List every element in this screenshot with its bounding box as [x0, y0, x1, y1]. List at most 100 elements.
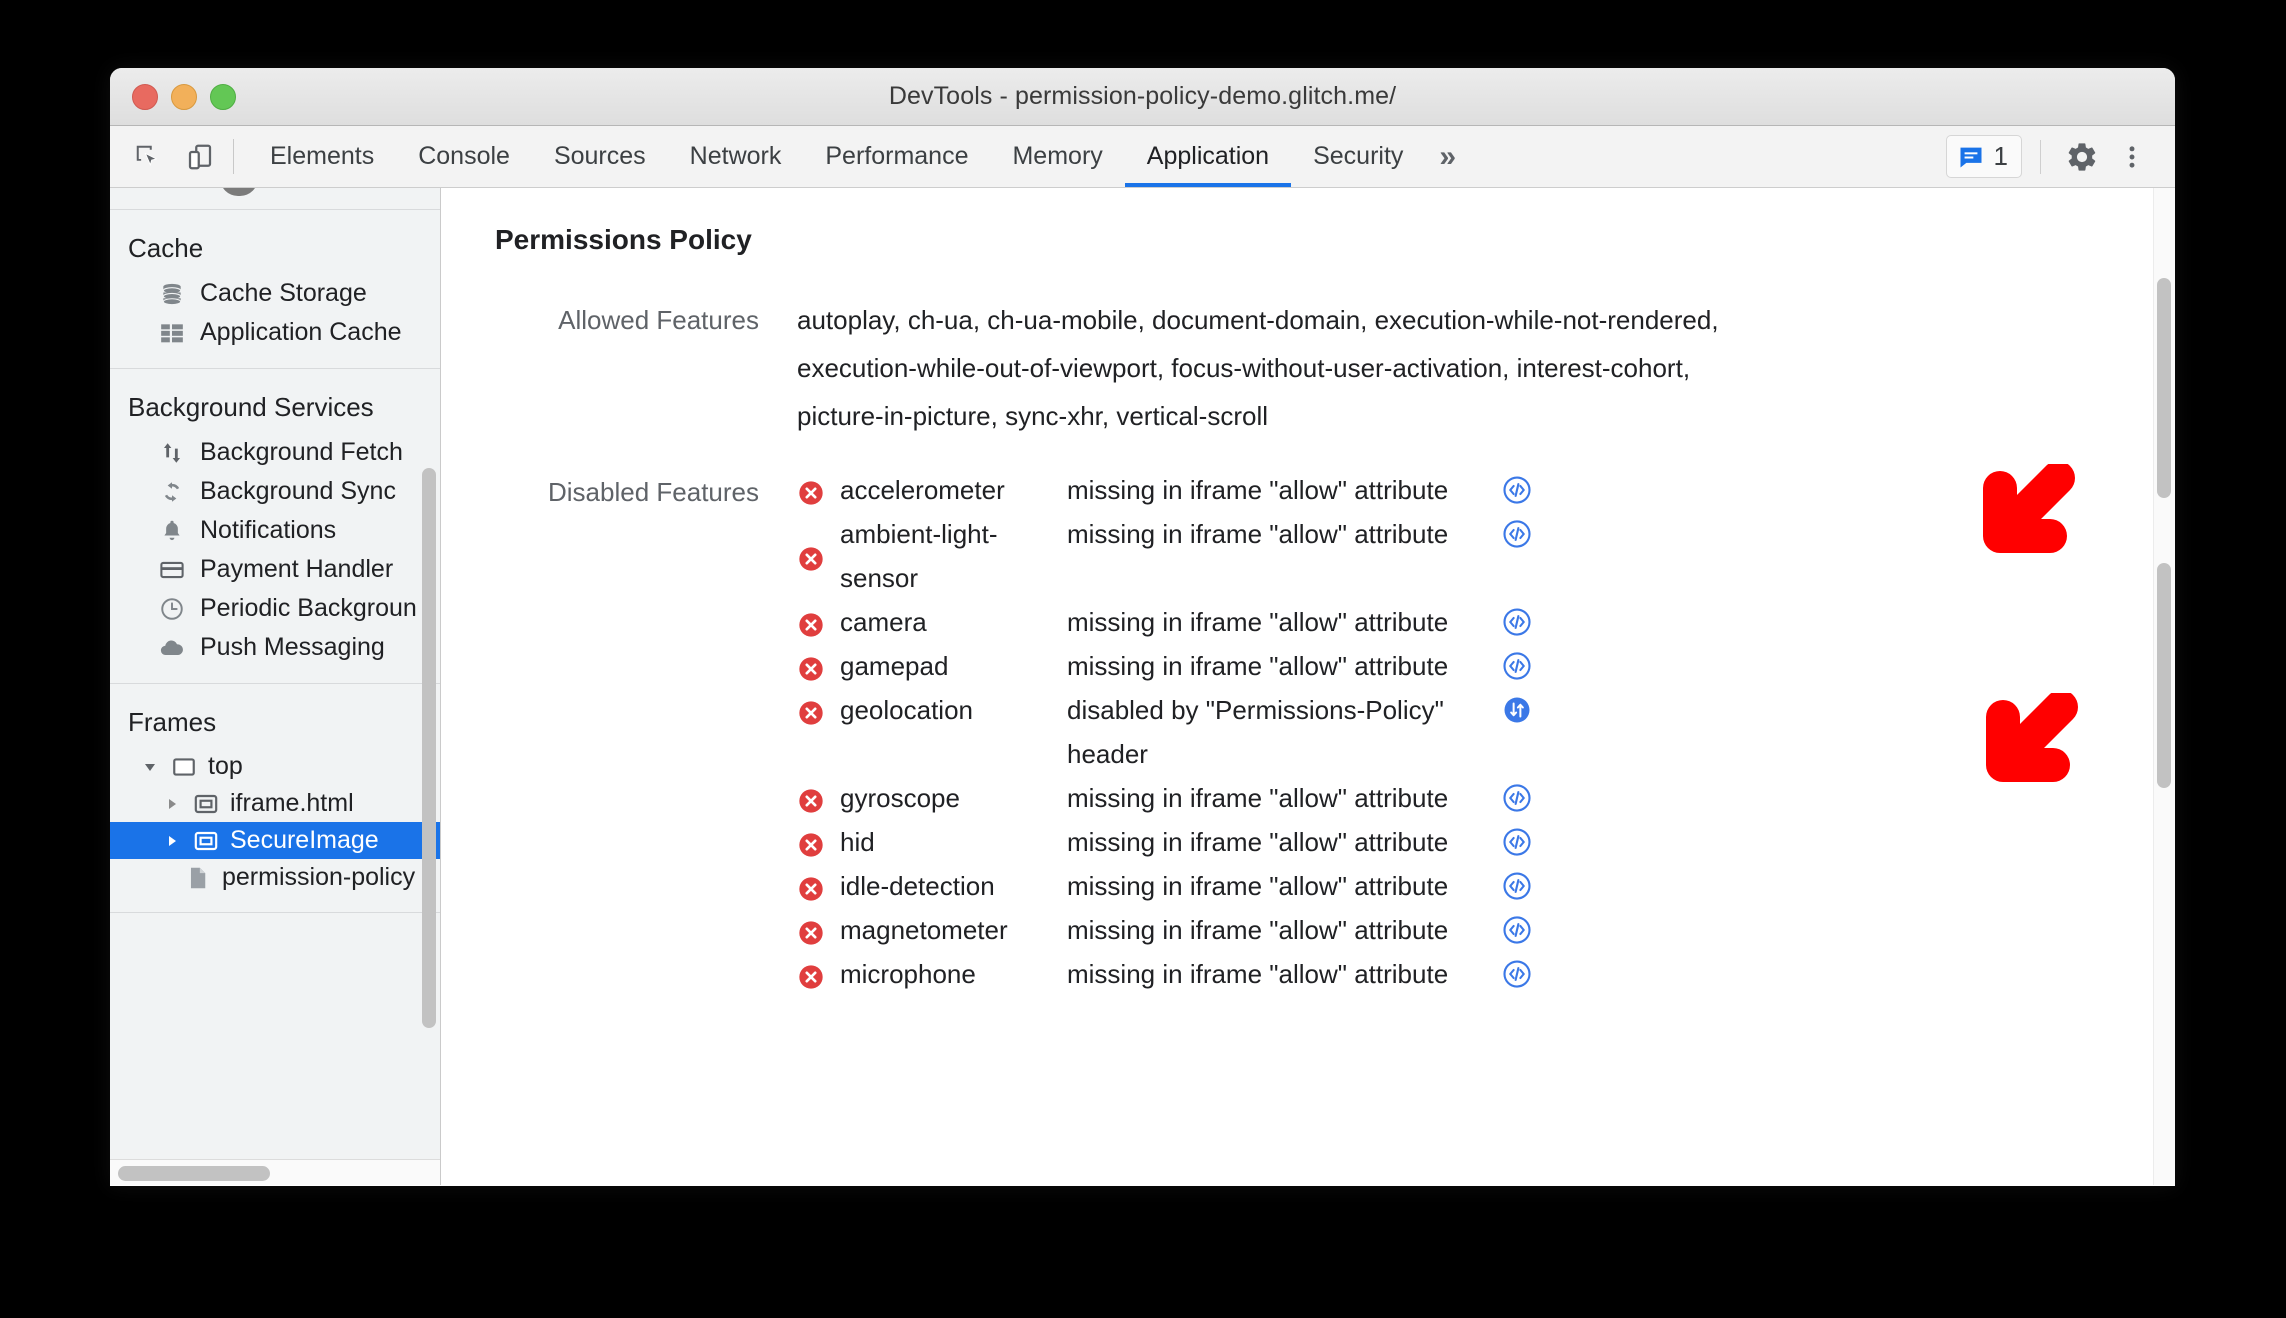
- allowed-features-line: execution-while-out-of-viewport, focus-w…: [797, 353, 1691, 383]
- frame-tree-item-permission-policy[interactable]: permission-policy: [110, 859, 440, 896]
- feature-name: idle-detection: [840, 871, 995, 901]
- feature-reason: missing in iframe "allow" attribute: [1067, 871, 1449, 901]
- frame-tree-item-iframe-html[interactable]: iframe.html: [110, 785, 440, 822]
- source-code-icon[interactable]: [1487, 776, 1547, 813]
- sidebar-vertical-scrollbar[interactable]: [422, 468, 436, 1028]
- tab-elements[interactable]: Elements: [248, 126, 396, 187]
- more-tabs-chevron-icon[interactable]: »: [1425, 126, 1482, 187]
- error-circle-x-icon: [797, 608, 825, 637]
- source-code-icon[interactable]: [1487, 468, 1547, 505]
- toolbar-left-icons: [110, 126, 221, 187]
- frame-tree-item-top[interactable]: top: [110, 748, 440, 785]
- feature-name: microphone: [840, 959, 976, 989]
- tab-performance[interactable]: Performance: [803, 126, 990, 187]
- frame-tree-label: iframe.html: [230, 789, 354, 817]
- error-circle-x-icon: [797, 696, 825, 725]
- allowed-features-row: Allowed Features autoplay, ch-ua, ch-ua-…: [441, 296, 2175, 440]
- panel-tabs: Elements Console Sources Network Perform…: [248, 126, 1425, 187]
- tab-label: Application: [1146, 142, 1270, 170]
- devtools-toolbar: Elements Console Sources Network Perform…: [110, 126, 2175, 188]
- tab-sources[interactable]: Sources: [532, 126, 668, 187]
- feature-name: geolocation: [840, 695, 973, 725]
- tab-label: Sources: [553, 142, 646, 170]
- grid-icon: [158, 319, 186, 347]
- window-titlebar: DevTools - permission-policy-demo.glitch…: [110, 68, 2175, 126]
- sidebar-section-title: Background Services: [128, 392, 374, 422]
- source-code-icon[interactable]: [1487, 864, 1547, 901]
- feature-name: gyroscope: [840, 783, 960, 813]
- source-code-icon[interactable]: [1487, 644, 1547, 681]
- feature-reason: missing in iframe "allow" attribute: [1067, 915, 1449, 945]
- sidebar-section-title: Frames: [128, 707, 217, 737]
- message-count-badge[interactable]: 1: [1945, 135, 2022, 178]
- sidebar-item-cache-storage[interactable]: Cache Storage: [110, 274, 440, 313]
- chevron-down-icon[interactable]: [140, 759, 160, 775]
- tab-label: Memory: [1012, 142, 1103, 170]
- tab-network[interactable]: Network: [668, 126, 804, 187]
- feature-reason: missing in iframe "allow" attribute: [1067, 519, 1449, 549]
- source-code-icon[interactable]: [1487, 820, 1547, 857]
- tab-console[interactable]: Console: [396, 126, 532, 187]
- main-vertical-scrollbar-thumb[interactable]: [2157, 278, 2171, 498]
- chevron-right-icon[interactable]: [162, 833, 182, 849]
- sidebar-item-label: Background Fetch: [200, 438, 403, 466]
- tab-label: Network: [689, 142, 782, 170]
- sidebar-horizontal-scrollbar-thumb[interactable]: [118, 1166, 270, 1181]
- tab-application[interactable]: Application: [1124, 126, 1292, 187]
- chevron-right-icon[interactable]: [162, 796, 182, 812]
- devtools-body: Cache Cache Storage Application Cache Ba…: [110, 188, 2175, 1185]
- toolbar-right-icons: 1: [1945, 126, 2175, 187]
- sidebar-horizontal-scrollbar[interactable]: [110, 1159, 440, 1185]
- gear-icon[interactable]: [2059, 134, 2105, 180]
- inspect-element-icon[interactable]: [127, 136, 169, 178]
- sidebar-item-background-fetch[interactable]: Background Fetch: [110, 433, 440, 472]
- document-icon: [184, 864, 212, 892]
- error-circle-x-icon: [797, 784, 825, 813]
- disabled-feature-row: magnetometer missing in iframe "allow" a…: [797, 908, 1547, 952]
- feature-name-cell: ambient-light-sensor: [797, 512, 1067, 600]
- main-vertical-scrollbar[interactable]: [2153, 188, 2175, 1185]
- error-circle-x-icon: [797, 652, 825, 681]
- source-code-icon[interactable]: [1487, 908, 1547, 945]
- sidebar-item-periodic-background-sync[interactable]: Periodic Backgroun: [110, 589, 440, 628]
- sidebar-section-cache: Cache Cache Storage Application Cache: [110, 210, 440, 369]
- sidebar-item-application-cache[interactable]: Application Cache: [110, 313, 440, 352]
- device-toolbar-icon[interactable]: [179, 136, 221, 178]
- tab-label: Security: [1313, 142, 1404, 170]
- kebab-menu-icon[interactable]: [2109, 134, 2155, 180]
- source-code-icon[interactable]: [1487, 600, 1547, 637]
- sidebar-item-label: Cache Storage: [200, 279, 367, 307]
- main-vertical-scrollbar-thumb-secondary[interactable]: [2157, 563, 2171, 788]
- tab-security[interactable]: Security: [1291, 126, 1425, 187]
- tab-label: Console: [418, 142, 510, 170]
- cloud-icon: [158, 634, 186, 662]
- sidebar-item-notifications[interactable]: Notifications: [110, 511, 440, 550]
- disabled-feature-row: gamepad missing in iframe "allow" attrib…: [797, 644, 1547, 688]
- feature-name: magnetometer: [840, 915, 1008, 945]
- bell-icon: [158, 517, 186, 545]
- feature-name-cell: accelerometer: [797, 468, 1067, 512]
- frame-tree-item-secureimage[interactable]: SecureImage: [110, 822, 440, 859]
- error-circle-x-icon: [797, 872, 825, 901]
- feature-reason: disabled by "Permissions-Policy" header: [1067, 695, 1444, 769]
- allowed-features-line: autoplay, ch-ua, ch-ua-mobile, document-…: [797, 305, 1719, 335]
- sidebar-item-background-sync[interactable]: Background Sync: [110, 472, 440, 511]
- permissions-policy-panel: Permissions Policy Allowed Features auto…: [441, 188, 2175, 1185]
- network-request-icon[interactable]: [1487, 688, 1547, 725]
- tab-memory[interactable]: Memory: [990, 126, 1124, 187]
- feature-name-cell: gyroscope: [797, 776, 1067, 820]
- sidebar-item-push-messaging[interactable]: Push Messaging: [110, 628, 440, 667]
- feature-reason: missing in iframe "allow" attribute: [1067, 959, 1449, 989]
- sidebar-item-payment-handler[interactable]: Payment Handler: [110, 550, 440, 589]
- disabled-feature-row: idle-detection missing in iframe "allow"…: [797, 864, 1547, 908]
- feature-name-cell: gamepad: [797, 644, 1067, 688]
- iframe-icon: [192, 827, 220, 855]
- source-code-icon[interactable]: [1487, 512, 1547, 549]
- sidebar-item-label: Background Sync: [200, 477, 396, 505]
- database-icon: [158, 280, 186, 308]
- toolbar-divider: [233, 139, 234, 174]
- feature-name: accelerometer: [840, 475, 1005, 505]
- frame-tree-label: SecureImage: [230, 826, 379, 854]
- feature-name: ambient-light-sensor: [840, 519, 998, 593]
- source-code-icon[interactable]: [1487, 952, 1547, 989]
